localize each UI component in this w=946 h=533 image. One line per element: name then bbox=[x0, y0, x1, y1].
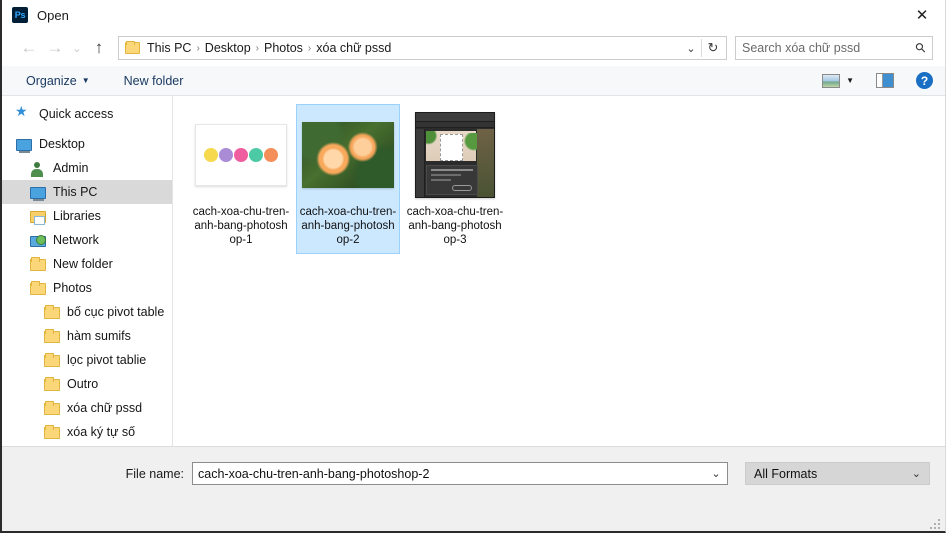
sidebar-item-label: Desktop bbox=[39, 137, 85, 151]
navigation-bar: ← → ⌄ ↑ This PC › Desktop › Photos › xóa… bbox=[2, 30, 945, 66]
file-name-label: cach-xoa-chu-tren-anh-bang-photoshop-3 bbox=[406, 206, 504, 246]
sidebar-item-label: Libraries bbox=[53, 209, 101, 223]
this-pc-icon bbox=[30, 187, 46, 201]
sidebar-item-xoa-chu-pssd[interactable]: xóa chữ pssd bbox=[2, 396, 172, 420]
sidebar-item-label: New folder bbox=[53, 257, 113, 271]
file-tile[interactable]: cach-xoa-chu-tren-anh-bang-photoshop-3 bbox=[403, 104, 507, 254]
file-tile[interactable]: cach-xoa-chu-tren-anh-bang-photoshop-2 bbox=[296, 104, 400, 254]
folder-icon bbox=[44, 329, 60, 343]
rose-photo-thumbnail-image bbox=[302, 122, 394, 188]
sidebar-item-label: xóa ký tự số bbox=[67, 425, 136, 439]
folder-icon bbox=[44, 401, 60, 415]
resize-grip[interactable] bbox=[930, 517, 942, 529]
sidebar-item-libraries[interactable]: Libraries bbox=[2, 204, 172, 228]
file-name-label-text: File name: bbox=[125, 466, 184, 481]
folder-icon bbox=[30, 281, 46, 295]
sidebar-item-network[interactable]: Network bbox=[2, 228, 172, 252]
sidebar-item-label: Photos bbox=[53, 281, 92, 295]
sidebar-item-new-folder[interactable]: New folder bbox=[2, 252, 172, 276]
sidebar-item-label: lọc pivot tablie bbox=[67, 353, 147, 367]
up-icon[interactable]: ↑ bbox=[86, 35, 112, 61]
title-bar: Ps Open ✕ bbox=[2, 0, 945, 30]
sidebar-item-label: Admin bbox=[53, 161, 89, 175]
open-file-dialog: Ps Open ✕ ← → ⌄ ↑ This PC › Desktop › Ph… bbox=[0, 0, 946, 533]
folder-icon bbox=[30, 257, 46, 271]
sidebar-item-label: hàm sumifs bbox=[67, 329, 131, 343]
chevron-down-icon[interactable]: ⌄ bbox=[707, 467, 725, 480]
back-icon[interactable]: ← bbox=[16, 35, 42, 61]
organize-label: Organize bbox=[26, 73, 77, 88]
chevron-down-icon: ▼ bbox=[81, 76, 90, 85]
help-icon[interactable]: ? bbox=[916, 72, 933, 89]
recent-locations-icon[interactable]: ⌄ bbox=[68, 35, 86, 61]
sidebar-item-quick-access[interactable]: Quick access bbox=[2, 102, 172, 126]
file-name-combobox[interactable]: ⌄ bbox=[192, 462, 728, 485]
chevron-down-icon[interactable]: ▼ bbox=[842, 76, 862, 85]
breadcrumb-item-0[interactable]: This PC bbox=[143, 41, 195, 55]
sidebar-item-label: This PC bbox=[53, 185, 98, 199]
forward-icon[interactable]: → bbox=[42, 35, 68, 61]
folder-icon bbox=[44, 305, 60, 319]
search-input[interactable] bbox=[742, 41, 917, 55]
dialog-footer: File name: ⌄ All Formats ⌄ Image Sequenc… bbox=[2, 446, 945, 531]
thumbnail bbox=[299, 110, 397, 200]
sidebar-item-admin[interactable]: Admin bbox=[2, 156, 172, 180]
breadcrumb-item-3[interactable]: xóa chữ pssd bbox=[312, 41, 395, 55]
close-icon[interactable]: ✕ bbox=[899, 0, 945, 30]
breadcrumb-item-1[interactable]: Desktop bbox=[201, 41, 255, 55]
folder-icon bbox=[44, 377, 60, 391]
sidebar-item-label: Quick access bbox=[39, 107, 114, 121]
refresh-icon[interactable]: ↻ bbox=[702, 40, 724, 56]
view-mode-icon[interactable] bbox=[822, 73, 841, 88]
file-format-select[interactable]: All Formats ⌄ bbox=[745, 462, 930, 485]
new-folder-button[interactable]: New folder bbox=[116, 70, 192, 92]
new-folder-label: New folder bbox=[123, 73, 184, 88]
window-title: Open bbox=[37, 7, 69, 23]
thumbnail bbox=[406, 110, 504, 200]
sidebar-item-outro[interactable]: Outro bbox=[2, 372, 172, 396]
folder-icon bbox=[125, 41, 140, 54]
sidebar-item-label: bố cục pivot table bbox=[67, 305, 165, 319]
sidebar-item-label: xóa chữ pssd bbox=[67, 401, 143, 415]
folder-icon bbox=[44, 353, 60, 367]
folder-icon bbox=[44, 425, 60, 439]
user-icon bbox=[30, 161, 46, 177]
libraries-icon bbox=[30, 211, 46, 225]
photoshop-screenshot-thumbnail-image bbox=[415, 112, 495, 198]
file-name-label: cach-xoa-chu-tren-anh-bang-photoshop-2 bbox=[299, 206, 397, 246]
sidebar-item-desktop[interactable]: Desktop bbox=[2, 132, 172, 156]
sidebar-item-loc-pivot-tablie[interactable]: lọc pivot tablie bbox=[2, 348, 172, 372]
dialog-body: Quick access Desktop Admin This PC Libra… bbox=[2, 96, 945, 446]
file-name-label: cach-xoa-chu-tren-anh-bang-photoshop-1 bbox=[192, 206, 290, 246]
breadcrumb-item-2[interactable]: Photos bbox=[260, 41, 307, 55]
sidebar-item-bo-cuc-pivot-table[interactable]: bố cục pivot table bbox=[2, 300, 172, 324]
sidebar-item-this-pc[interactable]: This PC bbox=[2, 180, 172, 204]
file-format-value: All Formats bbox=[754, 466, 818, 481]
command-bar: Organize ▼ New folder ▼ ? bbox=[2, 66, 945, 96]
file-name-input[interactable] bbox=[198, 466, 707, 481]
file-tile[interactable]: cach-xoa-chu-tren-anh-bang-photoshop-1 bbox=[189, 104, 293, 254]
sidebar-item-label: Outro bbox=[67, 377, 99, 391]
sidebar-item-photos[interactable]: Photos bbox=[2, 276, 172, 300]
navigation-sidebar[interactable]: Quick access Desktop Admin This PC Libra… bbox=[2, 96, 173, 446]
sidebar-item-xoa-ky-tu-so[interactable]: xóa ký tự số bbox=[2, 420, 172, 444]
organize-button[interactable]: Organize ▼ bbox=[18, 70, 98, 92]
infographic-thumbnail-image bbox=[195, 124, 287, 186]
quick-access-icon bbox=[15, 103, 32, 122]
thumbnail bbox=[192, 110, 290, 200]
chevron-down-icon: ⌄ bbox=[911, 468, 921, 480]
photoshop-icon: Ps bbox=[12, 7, 28, 23]
search-box[interactable]: ⚲ bbox=[735, 36, 933, 60]
desktop-icon bbox=[16, 139, 32, 153]
chevron-down-icon[interactable]: ⌄ bbox=[681, 42, 701, 55]
address-bar[interactable]: This PC › Desktop › Photos › xóa chữ pss… bbox=[118, 36, 727, 60]
network-icon bbox=[30, 235, 46, 247]
preview-pane-icon[interactable] bbox=[876, 73, 894, 88]
sidebar-item-ham-sumifs[interactable]: hàm sumifs bbox=[2, 324, 172, 348]
file-list-pane[interactable]: cach-xoa-chu-tren-anh-bang-photoshop-1 c… bbox=[173, 96, 945, 446]
sidebar-item-label: Network bbox=[53, 233, 99, 247]
